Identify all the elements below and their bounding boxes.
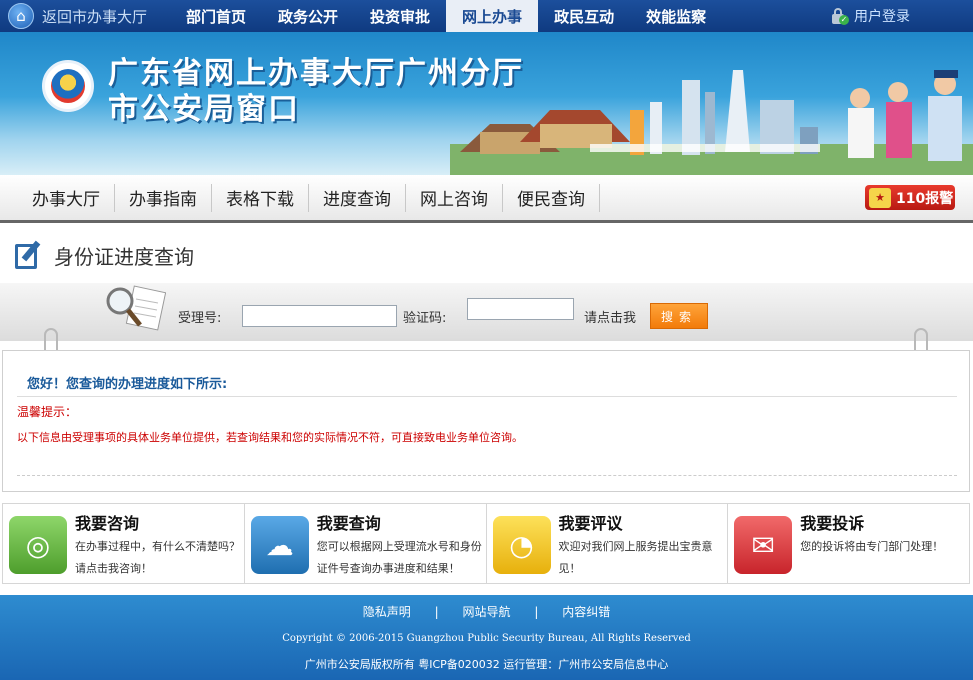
page-title-row: 身份证进度查询 (14, 240, 194, 270)
edit-icon (14, 240, 44, 270)
city-skyline-illustration (450, 70, 973, 175)
header-banner: 广东省网上办事大厅广州分厅 市公安局窗口 (0, 32, 973, 175)
globe-chat-icon: ◎ (9, 516, 67, 574)
tip-title: 温馨提示： (17, 405, 78, 419)
home-icon: ⌂ (8, 3, 34, 29)
service-card-review[interactable]: ◔ 我要评议 欢迎对我们网上服务提出宝贵意见！ (487, 504, 729, 583)
service-title: 我要查询 (316, 514, 381, 533)
service-cards: ◎ 我要咨询 在办事过程中，有什么不清楚吗？请点击我咨询！ ☁ 我要查询 您可以… (2, 503, 970, 584)
search-button[interactable]: 搜索 (650, 303, 708, 329)
lock-icon: ✓ (830, 7, 849, 25)
alarm-110-label: 110报警 (896, 190, 954, 207)
result-dashed-divider (17, 475, 957, 476)
police-badge-icon: ★ (869, 187, 891, 208)
service-card-query[interactable]: ☁ 我要查询 您可以根据网上受理流水号和身份证件号查询办事进度和结果！ (245, 504, 487, 583)
subnav-item-forms[interactable]: 表格下载 (212, 183, 309, 212)
magnifier-notepad-icon (106, 285, 166, 331)
user-login-link[interactable]: ✓ 用户登录 (830, 0, 910, 32)
result-heading: 您好！您查询的办理进度如下所示: (27, 377, 228, 392)
sub-nav-bar: 办事大厅 办事指南 表格下载 进度查询 网上咨询 便民查询 ★ 110报警 (0, 175, 973, 223)
service-desc: 欢迎对我们网上服务提出宝贵意见！ (558, 540, 713, 575)
footer-separator: | (434, 605, 439, 619)
service-card-complain[interactable]: ✉ 我要投诉 您的投诉将由专门部门处理！ (728, 504, 969, 583)
tip-text: 以下信息由受理事项的具体业务单位提供，若查询结果和您的实际情况不符，可直接致电业… (17, 431, 523, 444)
result-panel: 您好！您查询的办理进度如下所示: 温馨提示： 以下信息由受理事项的具体业务单位提… (2, 350, 970, 492)
subnav-item-guide[interactable]: 办事指南 (115, 183, 212, 212)
footer: 隐私声明 | 网站导航 | 内容纠错 Copyright © 2006-2015… (0, 595, 973, 680)
accept-number-input[interactable] (242, 305, 397, 327)
nav-item-investment[interactable]: 投资审批 (354, 0, 446, 32)
page-title: 身份证进度查询 (54, 244, 194, 269)
service-desc: 您可以根据网上受理流水号和身份证件号查询办事进度和结果！ (316, 540, 482, 575)
verify-code-label: 验证码: (403, 311, 447, 326)
verify-code-input[interactable] (467, 298, 574, 320)
service-desc: 在办事过程中，有什么不清楚吗？请点击我咨询！ (75, 540, 240, 575)
back-to-hall-label: 返回市办事大厅 (42, 7, 148, 26)
subnav-item-hall[interactable]: 办事大厅 (0, 183, 115, 212)
service-card-consult[interactable]: ◎ 我要咨询 在办事过程中，有什么不清楚吗？请点击我咨询！ (3, 504, 245, 583)
back-to-hall-link[interactable]: ⌂ 返回市办事大厅 (0, 3, 170, 29)
accept-number-label: 受理号: (178, 311, 222, 326)
captcha-refresh-link[interactable]: 请点击我 (584, 307, 636, 326)
service-desc: 您的投诉将由专门部门处理！ (800, 540, 944, 553)
footer-link-sitemap[interactable]: 网站导航 (462, 605, 510, 619)
top-nav-bar: ⌂ 返回市办事大厅 部门首页 政务公开 投资审批 网上办事 政民互动 效能监察 … (0, 0, 973, 32)
user-login-label: 用户登录 (854, 9, 910, 25)
subnav-item-progress[interactable]: 进度查询 (309, 183, 406, 212)
footer-links: 隐私声明 | 网站导航 | 内容纠错 (0, 603, 973, 620)
footer-separator: | (534, 605, 539, 619)
footer-link-privacy[interactable]: 隐私声明 (363, 605, 411, 619)
subnav-item-consult[interactable]: 网上咨询 (406, 183, 503, 212)
nav-item-supervision[interactable]: 效能监察 (630, 0, 722, 32)
result-divider (17, 396, 957, 397)
nav-item-gov-affairs[interactable]: 政务公开 (262, 0, 354, 32)
footer-copyright: Copyright © 2006-2015 Guangzhou Public S… (282, 633, 691, 644)
nav-item-dept-home[interactable]: 部门首页 (170, 0, 262, 32)
service-title: 我要评议 (558, 514, 623, 533)
alarm-110-button[interactable]: ★ 110报警 (865, 185, 955, 210)
footer-link-correction[interactable]: 内容纠错 (562, 605, 610, 619)
site-logo (42, 60, 94, 112)
service-title: 我要投诉 (800, 514, 865, 533)
main-nav: 部门首页 政务公开 投资审批 网上办事 政民互动 效能监察 (170, 0, 722, 32)
subnav-item-convenience[interactable]: 便民查询 (503, 183, 600, 212)
pacman-icon: ◔ (492, 516, 551, 574)
nav-item-online-service[interactable]: 网上办事 (446, 0, 539, 32)
footer-icp: 广州市公安局版权所有 粤ICP备020032 运行管理：广州市公安局信息中心 (304, 658, 669, 671)
nav-item-interaction[interactable]: 政民互动 (538, 0, 630, 32)
service-title: 我要咨询 (75, 514, 140, 533)
cloud-chat-icon: ☁ (250, 516, 309, 574)
envelope-icon: ✉ (734, 516, 793, 574)
